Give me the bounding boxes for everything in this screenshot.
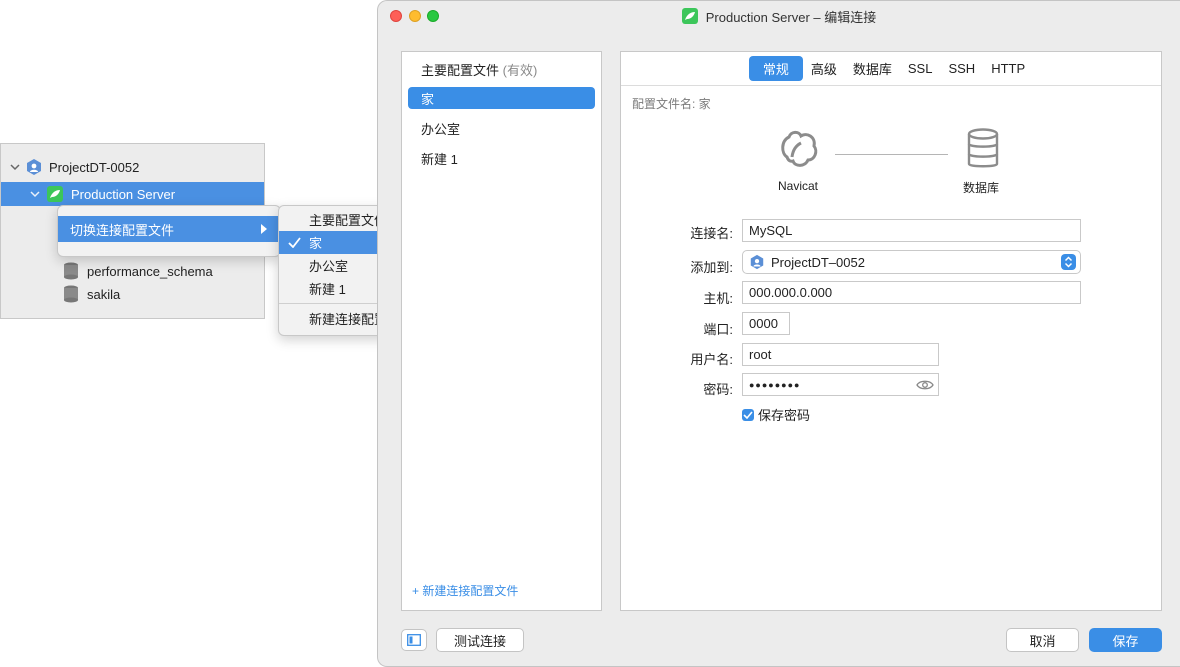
password-input[interactable]: ●●●●●●●● — [742, 373, 939, 396]
connection-name: Production Server — [71, 186, 176, 202]
context-menu: 切换连接配置文件 — [57, 205, 281, 257]
toggle-sidebar-button[interactable] — [401, 629, 427, 651]
close-button[interactable] — [390, 10, 402, 22]
tab-databases[interactable]: 数据库 — [845, 56, 900, 81]
database-label: 数据库 — [963, 181, 1000, 195]
menu-item-label: 切换连接配置文件 — [70, 222, 175, 238]
chevron-down-icon[interactable] — [9, 161, 21, 173]
navicat-logo-icon — [781, 130, 818, 167]
database-name: sakila — [87, 286, 121, 302]
tab-ssl[interactable]: SSL — [900, 58, 941, 79]
sidebar-icon — [407, 634, 421, 646]
menu-item-switch-profile[interactable]: 切换连接配置文件 — [58, 216, 278, 242]
save-password-checkbox[interactable]: 保存密码 — [742, 405, 810, 424]
dropdown-stepper-icon[interactable] — [1061, 254, 1076, 270]
submenu-arrow-icon — [261, 224, 267, 234]
save-password-label: 保存密码 — [758, 408, 811, 423]
tree-item-connection[interactable]: Production Server — [1, 182, 264, 206]
tab-advanced[interactable]: 高级 — [803, 56, 845, 81]
conn-name-label: 连接名: — [690, 226, 733, 241]
host-input[interactable]: 000.000.0.000 — [742, 281, 1081, 304]
profiles-header[interactable]: 主要配置文件 (有效) — [421, 60, 537, 79]
mysql-connection-icon — [47, 186, 63, 202]
host-label: 主机: — [703, 291, 733, 306]
cancel-button[interactable]: 取消 — [1006, 628, 1079, 652]
navicat-label: Navicat — [778, 179, 819, 193]
tree-item-database[interactable]: sakila — [1, 282, 264, 306]
chevron-down-icon[interactable] — [29, 188, 41, 200]
port-input[interactable]: 0000 — [742, 312, 790, 335]
add-to-select[interactable]: ProjectDT–0052 — [742, 250, 1081, 274]
connection-settings: 常规 高级 数据库 SSL SSH HTTP 配置文件名: 家 Navicat … — [620, 51, 1162, 611]
tab-http[interactable]: HTTP — [983, 58, 1033, 79]
profiles-list: 主要配置文件 (有效) 家 办公室 新建 1 + 新建连接配置文件 — [401, 51, 602, 611]
project-name: ProjectDT-0052 — [49, 159, 140, 175]
project-icon — [27, 159, 41, 175]
profile-item-home[interactable]: 家 — [408, 87, 595, 109]
username-input[interactable]: root — [742, 343, 939, 366]
checkmark-icon — [288, 237, 301, 248]
checkbox-checked-icon[interactable] — [742, 408, 754, 421]
profile-item-new1[interactable]: 新建 1 — [408, 147, 595, 169]
mysql-connection-icon — [681, 8, 698, 24]
profile-item-office[interactable]: 办公室 — [408, 117, 595, 139]
zoom-button[interactable] — [427, 10, 439, 22]
username-label: 用户名: — [690, 352, 733, 367]
password-label: 密码: — [703, 382, 733, 397]
tree-item-project[interactable]: ProjectDT-0052 — [1, 155, 264, 179]
database-icon — [64, 285, 78, 303]
database-icon — [64, 262, 78, 280]
tab-general[interactable]: 常规 — [748, 56, 803, 81]
project-icon — [750, 254, 764, 270]
database-icon — [967, 128, 999, 168]
tab-ssh[interactable]: SSH — [940, 58, 983, 79]
edit-connection-window: Production Server – 编辑连接 主要配置文件 (有效) 家 办… — [377, 0, 1180, 667]
connection-line — [835, 154, 948, 155]
tree-item-database[interactable]: performance_schema — [1, 259, 264, 283]
add-to-label: 添加到: — [690, 260, 733, 275]
settings-tabs: 常规 高级 数据库 SSL SSH HTTP — [621, 52, 1161, 86]
save-button[interactable]: 保存 — [1089, 628, 1162, 652]
port-label: 端口: — [703, 322, 733, 337]
window-titlebar: Production Server – 编辑连接 — [378, 1, 1180, 31]
add-profile-link[interactable]: + 新建连接配置文件 — [412, 582, 518, 599]
window-title: Production Server – 编辑连接 — [705, 9, 877, 25]
eye-icon[interactable] — [916, 379, 934, 391]
profile-name-label: 配置文件名: 家 — [632, 97, 711, 111]
database-name: performance_schema — [87, 263, 213, 279]
test-connection-button[interactable]: 测试连接 — [436, 628, 524, 652]
minimize-button[interactable] — [409, 10, 421, 22]
conn-name-input[interactable]: MySQL — [742, 219, 1081, 242]
